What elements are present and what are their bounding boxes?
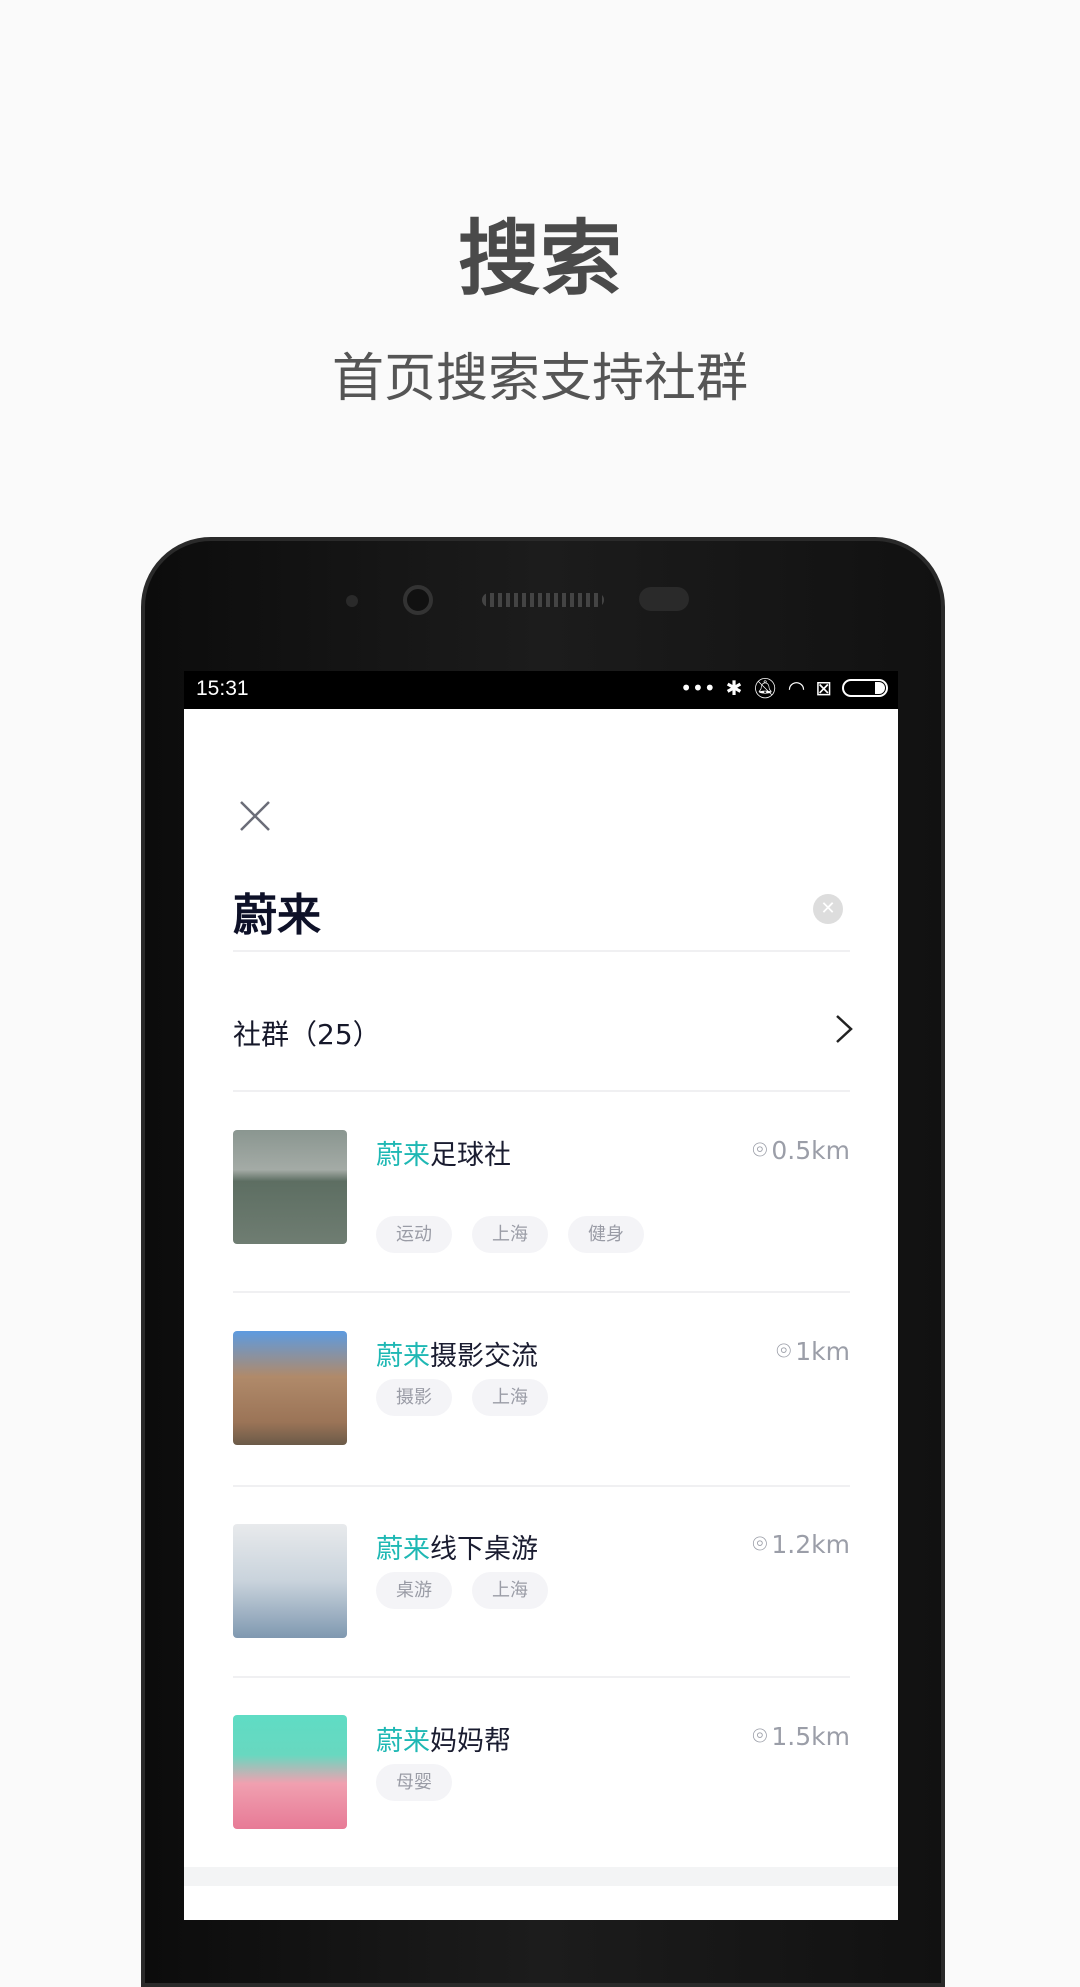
distance-value: 1.2km (771, 1529, 850, 1559)
community-name[interactable]: 蔚来足球社 (376, 1133, 511, 1172)
tag[interactable]: 摄影 (376, 1379, 452, 1416)
page-subtitle: 首页搜索支持社群 (331, 349, 748, 409)
divider (233, 1090, 850, 1092)
tag[interactable]: 上海 (472, 1216, 548, 1253)
section-communities[interactable]: 社群（25） (233, 1013, 381, 1053)
chevron-right-icon[interactable] (834, 1014, 854, 1044)
distance-value: 0.5km (771, 1135, 850, 1165)
name-rest: 妈妈帮 (430, 1726, 511, 1757)
name-highlight: 蔚来 (376, 1726, 430, 1757)
page-title: 搜索 (457, 212, 622, 307)
distance: ⌾ 1.5km (752, 1721, 850, 1751)
community-name[interactable]: 蔚来妈妈帮 (376, 1719, 511, 1758)
divider (233, 1291, 850, 1293)
name-highlight: 蔚来 (376, 1341, 430, 1372)
community-thumbnail[interactable] (233, 1331, 347, 1445)
phone-screen: 15:31 ••• ✱ 🔕︎ ◠ ⊠ 蔚来 ✕ 社群（25） 蔚来足球社 ⌾ 0.… (184, 671, 898, 1920)
bluetooth-icon: ✱ (725, 676, 743, 700)
tag[interactable]: 桌游 (376, 1572, 452, 1609)
location-pin-icon: ⌾ (752, 1529, 768, 1558)
status-bar: 15:31 ••• ✱ 🔕︎ ◠ ⊠ (184, 671, 898, 709)
name-highlight: 蔚来 (376, 1140, 430, 1171)
community-thumbnail[interactable] (233, 1524, 347, 1638)
wifi-icon: ◠ (787, 676, 806, 700)
divider (233, 950, 850, 952)
speaker-grille (482, 593, 604, 607)
camera-icon (403, 585, 433, 615)
close-icon[interactable] (238, 799, 272, 833)
distance-value: 1.5km (771, 1721, 850, 1751)
battery-icon (842, 679, 888, 697)
tag[interactable]: 运动 (376, 1216, 452, 1253)
section-separator (184, 1867, 898, 1886)
more-dots-icon: ••• (680, 676, 716, 700)
location-pin-icon: ⌾ (752, 1721, 768, 1750)
tag[interactable]: 上海 (472, 1572, 548, 1609)
community-name[interactable]: 蔚来线下桌游 (376, 1527, 538, 1566)
divider (233, 1485, 850, 1487)
clear-icon[interactable]: ✕ (813, 894, 843, 924)
distance: ⌾ 1km (776, 1336, 850, 1366)
name-rest: 线下桌游 (430, 1534, 538, 1565)
divider (233, 1676, 850, 1678)
proximity-sensor (639, 587, 689, 611)
status-time: 15:31 (196, 677, 249, 700)
name-rest: 摄影交流 (430, 1341, 538, 1372)
tag[interactable]: 母婴 (376, 1764, 452, 1801)
sim-x-icon: ⊠ (815, 676, 832, 700)
community-name[interactable]: 蔚来摄影交流 (376, 1334, 538, 1373)
tag[interactable]: 健身 (568, 1216, 644, 1253)
sensor-dot (346, 595, 358, 607)
search-input[interactable]: 蔚来 (233, 879, 321, 943)
location-pin-icon: ⌾ (776, 1336, 792, 1365)
distance-value: 1km (795, 1336, 850, 1366)
community-thumbnail[interactable] (233, 1130, 347, 1244)
distance: ⌾ 1.2km (752, 1529, 850, 1559)
community-thumbnail[interactable] (233, 1715, 347, 1829)
distance: ⌾ 0.5km (752, 1135, 850, 1165)
name-rest: 足球社 (430, 1140, 511, 1171)
location-pin-icon: ⌾ (752, 1135, 768, 1164)
mute-bell-icon: 🔕︎ (752, 676, 778, 700)
tag[interactable]: 上海 (472, 1379, 548, 1416)
name-highlight: 蔚来 (376, 1534, 430, 1565)
